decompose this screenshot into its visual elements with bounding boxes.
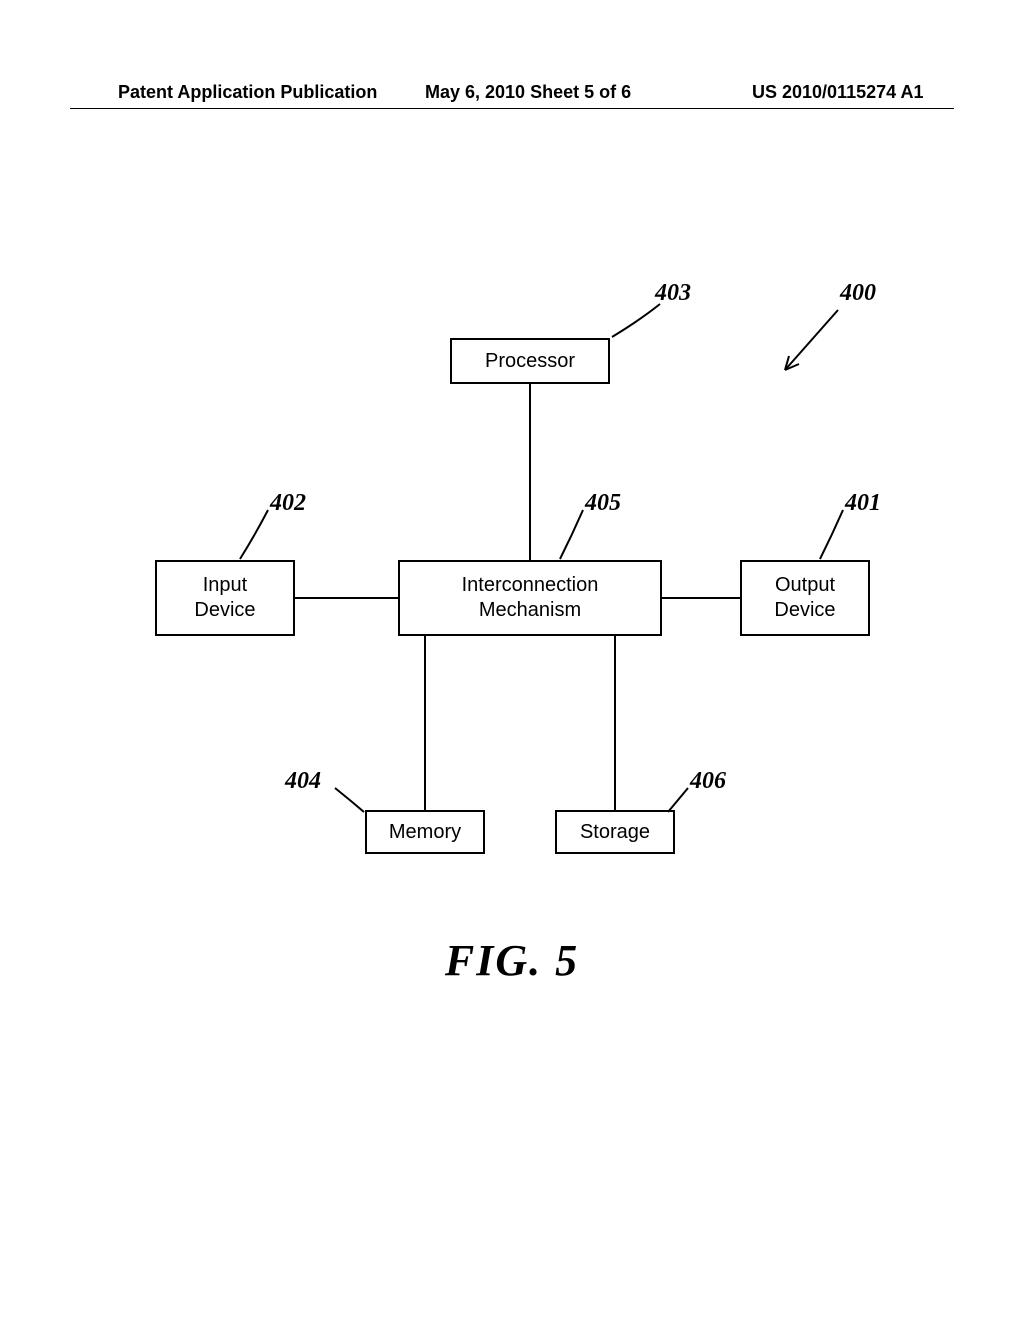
ref-404: 404: [285, 768, 321, 795]
box-storage: Storage: [555, 810, 675, 854]
ref-400: 400: [840, 280, 876, 307]
box-memory: Memory: [365, 810, 485, 854]
box-storage-label: Storage: [580, 820, 650, 845]
box-inter-label: Interconnection Mechanism: [462, 573, 599, 623]
figure-caption: FIG. 5: [0, 935, 1024, 986]
conn-inter-output: [662, 597, 740, 599]
box-output-label: Output Device: [774, 573, 835, 623]
ref-401: 401: [845, 490, 881, 517]
ref-402: 402: [270, 490, 306, 517]
box-processor-label: Processor: [485, 349, 575, 374]
ref-403: 403: [655, 280, 691, 307]
block-diagram: Processor Input Device Interconnection M…: [120, 310, 920, 940]
header-left: Patent Application Publication: [118, 82, 377, 103]
header-rule: [70, 108, 954, 109]
ref-405: 405: [585, 490, 621, 517]
box-input-label: Input Device: [194, 573, 255, 623]
header-center: May 6, 2010 Sheet 5 of 6: [425, 82, 631, 103]
conn-processor-inter: [529, 384, 531, 560]
box-interconnection: Interconnection Mechanism: [398, 560, 662, 636]
header-right: US 2010/0115274 A1: [752, 82, 923, 103]
box-output-device: Output Device: [740, 560, 870, 636]
ref-406: 406: [690, 768, 726, 795]
conn-input-inter: [295, 597, 398, 599]
box-input-device: Input Device: [155, 560, 295, 636]
box-memory-label: Memory: [389, 820, 461, 845]
conn-inter-storage: [614, 636, 616, 810]
conn-inter-memory: [424, 636, 426, 810]
box-processor: Processor: [450, 338, 610, 384]
